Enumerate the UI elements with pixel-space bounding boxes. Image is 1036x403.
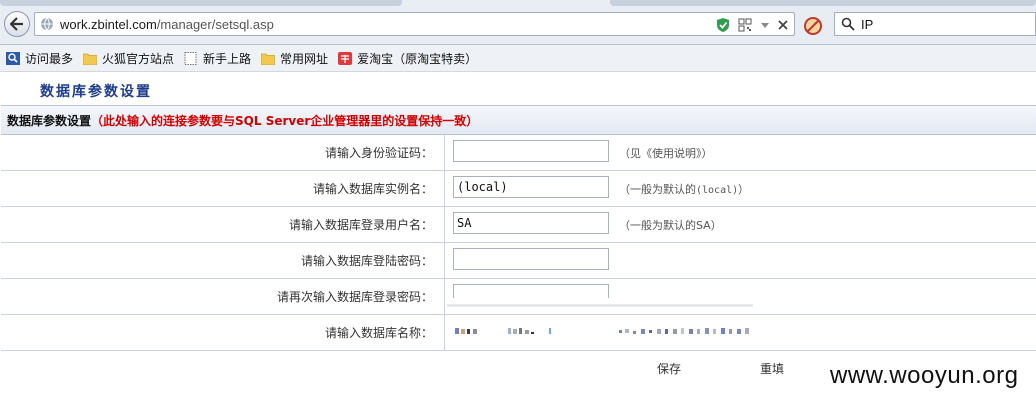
- column-divider: [444, 279, 445, 314]
- bookmark-most-visited[interactable]: 访问最多: [6, 50, 73, 67]
- back-button[interactable]: [4, 11, 30, 37]
- auth-code-label: 请输入身份验证码：: [324, 146, 433, 160]
- shield-icon[interactable]: [716, 17, 730, 33]
- username-label: 请输入数据库登录用户名：: [288, 218, 433, 232]
- folder-icon: [261, 53, 276, 65]
- username-hint: （一般为默认的SA）: [619, 219, 722, 232]
- form-row-dbname: 请输入数据库名称：: [1, 315, 1036, 351]
- search-input[interactable]: IP: [861, 17, 873, 32]
- search-icon: [6, 51, 20, 65]
- column-divider: [444, 243, 445, 278]
- form-header-paren-open: （: [91, 113, 104, 128]
- settings-form: 数据库参数设置（此处输入的连接参数要与SQL Server企业管理器里的设置保持…: [1, 105, 1036, 351]
- dbname-label: 请输入数据库名称：: [324, 326, 433, 340]
- close-icon[interactable]: [778, 20, 788, 30]
- form-header-paren-close: ）: [466, 113, 479, 128]
- search-icon: [841, 17, 855, 31]
- bookmark-label: 爱淘宝（原淘宝特卖）: [357, 51, 478, 66]
- auth-code-input[interactable]: [453, 140, 609, 162]
- bookmark-firefox-site[interactable]: 火狐官方站点: [83, 50, 174, 67]
- bookmark-common-sites[interactable]: 常用网址: [261, 50, 328, 67]
- instance-hint: （一般为默认的(local)）: [619, 181, 749, 197]
- instance-input[interactable]: (local): [453, 176, 609, 198]
- globe-icon: [41, 17, 53, 31]
- username-input[interactable]: SA: [453, 212, 609, 234]
- page-title: 数据库参数设置: [40, 84, 152, 100]
- page-content: 数据库参数设置 数据库参数设置（此处输入的连接参数要与SQL Server企业管…: [0, 72, 1036, 403]
- instance-hint-suffix: ）: [738, 183, 750, 196]
- bookmarks-toolbar: 访问最多 火狐官方站点 新手上路 常用网址 爱淘宝（原淘宝特卖）: [0, 45, 1036, 72]
- bookmark-getting-started[interactable]: 新手上路: [184, 50, 251, 67]
- password-confirm-input[interactable]: [453, 284, 609, 298]
- instance-label: 请输入数据库实例名：: [312, 182, 433, 196]
- search-box[interactable]: IP: [834, 12, 1036, 36]
- noscript-icon[interactable]: [802, 15, 824, 37]
- redacted-dbname-value: [455, 328, 749, 334]
- save-button[interactable]: 保存: [657, 360, 681, 377]
- form-row-password: 请输入数据库登陆密码：: [1, 243, 1036, 279]
- instance-hint-value: (local): [696, 185, 739, 196]
- form-row-auth-code: 请输入身份验证码： （见《使用说明》）: [1, 135, 1036, 171]
- password-input[interactable]: [453, 248, 609, 270]
- bookmark-label: 常用网址: [280, 51, 329, 66]
- qrcode-icon[interactable]: [738, 18, 752, 32]
- bookmark-label: 火狐官方站点: [102, 51, 175, 66]
- page-icon: [184, 51, 197, 65]
- watermark: www.wooyun.org: [830, 362, 1019, 389]
- form-header: 数据库参数设置（此处输入的连接参数要与SQL Server企业管理器里的设置保持…: [1, 105, 1036, 135]
- form-header-note: 此处输入的连接参数要与SQL Server企业管理器里的设置保持一致: [103, 113, 467, 128]
- folder-icon: [83, 53, 98, 65]
- instance-hint-prefix: （一般为默认的: [619, 183, 696, 196]
- redaction-bar: [447, 304, 753, 307]
- auth-code-hint: （见《使用说明》）: [619, 147, 713, 160]
- bookmark-label: 访问最多: [25, 51, 74, 66]
- bookmark-aitaobao[interactable]: 爱淘宝（原淘宝特卖）: [338, 50, 477, 67]
- form-row-password-confirm: 请再次输入数据库登录密码：: [1, 279, 1036, 315]
- dropdown-arrow-icon[interactable]: [760, 20, 770, 30]
- url-path: /manager/setsql.asp: [156, 17, 274, 32]
- form-row-instance: 请输入数据库实例名： (local) （一般为默认的(local)）: [1, 171, 1036, 207]
- reset-button[interactable]: 重填: [760, 360, 784, 377]
- url-text: work.zbintel.com/manager/setsql.asp: [60, 17, 274, 32]
- password-confirm-label: 请再次输入数据库登录密码：: [276, 290, 433, 304]
- password-label: 请输入数据库登陆密码：: [300, 254, 433, 268]
- column-divider: [444, 171, 445, 206]
- form-row-username: 请输入数据库登录用户名： SA （一般为默认的SA）: [1, 207, 1036, 243]
- form-header-title: 数据库参数设置: [7, 113, 92, 128]
- address-bar[interactable]: work.zbintel.com/manager/setsql.asp: [34, 12, 795, 36]
- taobao-icon: [338, 51, 353, 65]
- column-divider: [444, 135, 445, 170]
- navigation-bar: work.zbintel.com/manager/setsql.asp IP: [0, 6, 1036, 45]
- column-divider: [444, 207, 445, 242]
- column-divider: [444, 315, 445, 350]
- back-arrow-icon: [10, 17, 23, 31]
- url-host: work.zbintel.com: [60, 17, 157, 32]
- bookmark-label: 新手上路: [203, 51, 252, 66]
